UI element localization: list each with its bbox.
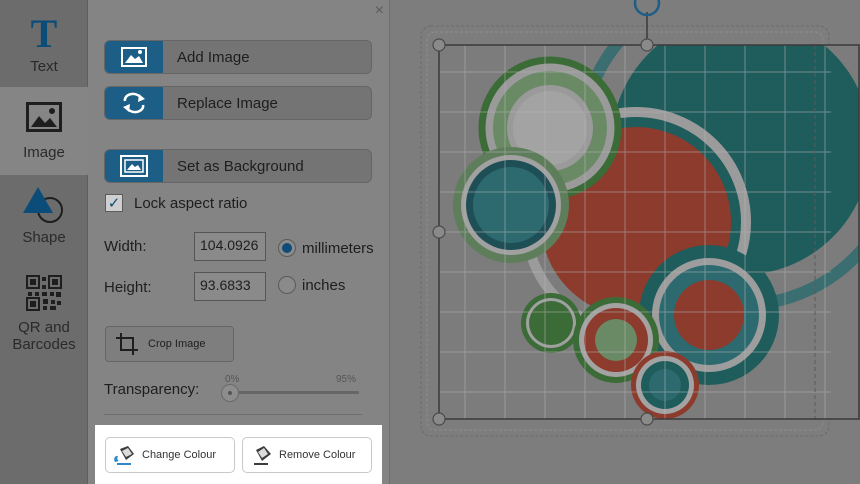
resize-handle-left[interactable] (432, 225, 446, 239)
width-label: Width: (104, 238, 147, 255)
millimeters-radio[interactable] (278, 239, 296, 257)
set-background-label: Set as Background (177, 157, 304, 175)
inches-label: inches (302, 276, 346, 294)
width-input[interactable]: 104.0926 (194, 232, 266, 261)
inches-radio[interactable] (278, 276, 296, 294)
unit-millimeters-option[interactable]: millimeters (278, 239, 374, 257)
set-background-button[interactable]: Set as Background (104, 149, 372, 183)
change-colour-label: Change Colour (142, 449, 216, 461)
qr-code-icon (26, 275, 62, 311)
crop-image-button[interactable]: Crop Image (105, 326, 234, 362)
background-icon (105, 150, 163, 182)
add-image-icon (105, 41, 163, 73)
add-image-label: Add Image (177, 48, 250, 66)
transparency-label: Transparency: (104, 381, 200, 398)
lock-aspect-checkbox[interactable]: ✓ (105, 194, 123, 212)
image-icon (26, 102, 62, 132)
transparency-slider-handle[interactable] (221, 384, 239, 402)
unit-inches-option[interactable]: inches (278, 276, 345, 294)
height-label: Height: (104, 279, 152, 296)
rail-item-image[interactable]: Image (0, 87, 88, 175)
rail-item-qr-label-line2: Barcodes (12, 336, 76, 353)
crop-icon (106, 332, 148, 356)
rail-item-shape[interactable]: Shape (0, 175, 88, 265)
transparency-slider-track[interactable] (231, 391, 359, 394)
crop-image-label: Crop Image (148, 338, 206, 350)
shape-icon (23, 187, 63, 223)
lock-aspect-row[interactable]: ✓ Lock aspect ratio (105, 194, 247, 212)
replace-image-label: Replace Image (177, 94, 278, 112)
height-input[interactable]: 93.6833 (194, 272, 266, 301)
close-panel-icon[interactable]: × (375, 2, 384, 20)
replace-image-button[interactable]: Replace Image (104, 86, 372, 120)
resize-handle-top-left[interactable] (432, 38, 446, 52)
millimeters-label: millimeters (302, 239, 374, 257)
design-canvas[interactable] (391, 0, 860, 484)
editor-window: T Text Image Shape QR and Barcodes × Add… (0, 0, 860, 484)
add-image-button[interactable]: Add Image (104, 40, 372, 74)
rail-item-qr[interactable]: QR and Barcodes (0, 265, 88, 365)
canvas-artwork[interactable] (391, 0, 860, 484)
remove-colour-button[interactable]: Remove Colour (242, 437, 372, 473)
rail-item-qr-label-line1: QR and (18, 319, 70, 336)
transparency-max-label: 95% (336, 374, 357, 385)
tool-rail: T Text Image Shape QR and Barcodes (0, 0, 88, 484)
image-options-panel: × Add Image Replace Image Set as Backgro… (88, 0, 390, 484)
rail-item-image-label: Image (23, 144, 65, 161)
lock-aspect-label: Lock aspect ratio (134, 194, 248, 212)
rail-item-text[interactable]: T Text (0, 0, 88, 87)
placed-image[interactable] (439, 0, 860, 420)
resize-handle-bottom-left[interactable] (432, 412, 446, 426)
change-colour-button[interactable]: Change Colour (105, 437, 235, 473)
rail-item-text-label: Text (30, 58, 58, 75)
resize-handle-bottom[interactable] (640, 412, 654, 426)
text-icon: T (30, 11, 58, 56)
rail-item-shape-label: Shape (22, 229, 66, 246)
remove-colour-label: Remove Colour (279, 449, 356, 461)
rail-item-qr-label: QR and Barcodes (12, 319, 75, 353)
resize-handle-top[interactable] (640, 38, 654, 52)
paint-bucket-icon (106, 444, 142, 466)
panel-divider (104, 414, 362, 415)
replace-arrows-icon (105, 87, 163, 119)
paint-bucket-remove-icon (243, 444, 279, 466)
